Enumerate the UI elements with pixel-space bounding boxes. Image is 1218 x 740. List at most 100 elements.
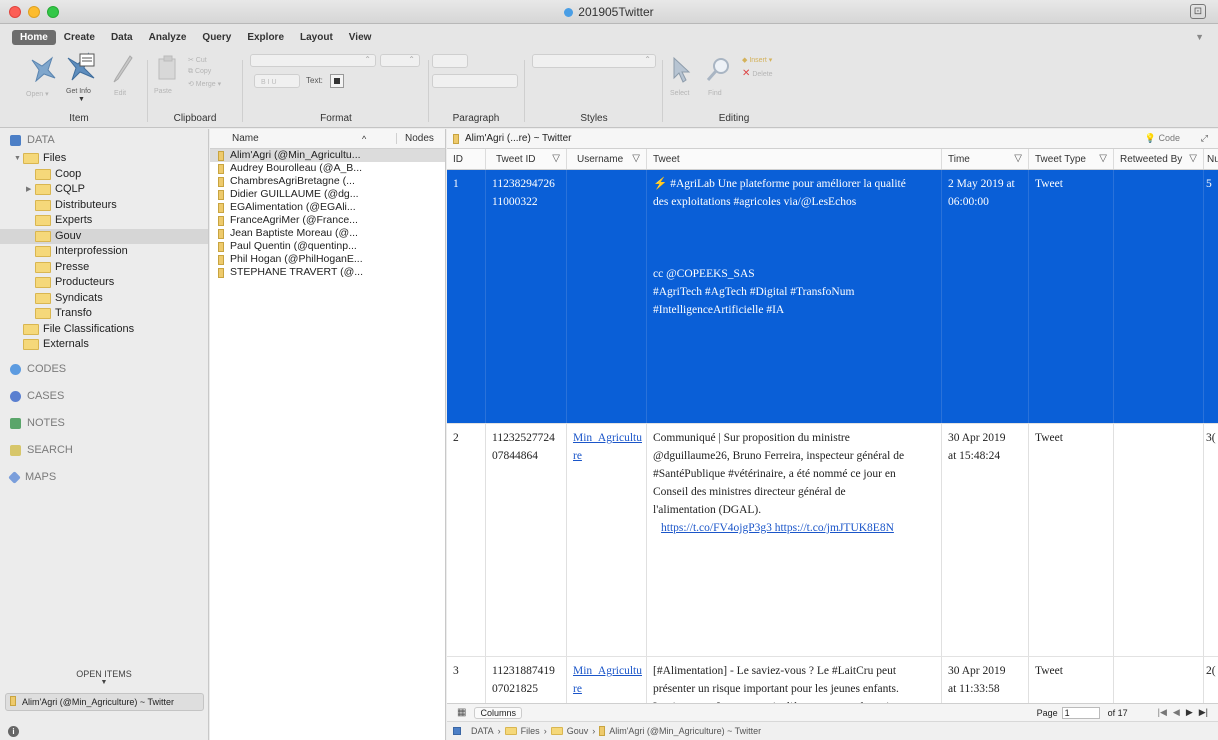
sidebar-cases[interactable]: CASES: [0, 383, 208, 410]
tree-item-gouv[interactable]: Gouv: [0, 228, 208, 244]
text-color-swatch[interactable]: [330, 74, 344, 88]
name-column-header[interactable]: Name: [210, 133, 362, 144]
tree-item-coop[interactable]: Coop: [0, 167, 208, 183]
filter-icon[interactable]: ▽: [552, 153, 560, 164]
breadcrumb-item[interactable]: Files: [521, 726, 540, 736]
expand-icon[interactable]: ⤢: [1201, 133, 1208, 144]
tree-item-file-classifications[interactable]: File Classifications: [0, 322, 208, 338]
nodes-column-header[interactable]: Nodes: [396, 133, 434, 144]
tree-item-experts[interactable]: Experts: [0, 213, 208, 229]
list-item[interactable]: EGAlimentation (@EGAli...: [210, 201, 445, 214]
filter-icon[interactable]: ▽: [1189, 153, 1197, 164]
tweet-links[interactable]: https://t.co/FV4ojgP3g3 https://t.co/jmJ…: [653, 519, 935, 537]
table-row[interactable]: 1 11238294726 11000322 ⚡ #AgriLab Une pla…: [447, 170, 1218, 424]
file-icon: [599, 726, 606, 736]
sidebar-codes[interactable]: CODES: [0, 356, 208, 383]
open-item-label: Alim'Agri (@Min_Agriculture) ~ Twitter: [22, 697, 174, 707]
open-item-tab[interactable]: Alim'Agri (@Min_Agriculture) ~ Twitter: [5, 693, 204, 711]
first-page-icon[interactable]: |◀: [1158, 707, 1167, 718]
col-num[interactable]: Nu: [1204, 149, 1218, 169]
styles-dropdown[interactable]: ⌃: [532, 54, 656, 68]
username-link[interactable]: re: [573, 447, 640, 465]
tree-item-interprofession[interactable]: Interprofession: [0, 244, 208, 260]
table-row[interactable]: 2 11232527724 07844864 Min_Agricultu re Co…: [447, 424, 1218, 657]
cell-username: [567, 170, 647, 423]
prev-page-icon[interactable]: ◀: [1173, 707, 1180, 718]
col-tweet-type[interactable]: Tweet Type ▽: [1029, 149, 1114, 169]
username-link[interactable]: re: [573, 680, 640, 698]
tree-item-producteurs[interactable]: Producteurs: [0, 275, 208, 291]
columns-icon[interactable]: ▦: [457, 707, 466, 718]
username-link[interactable]: Min_Agricultu: [573, 429, 642, 447]
col-id[interactable]: ID: [447, 149, 486, 169]
tab-explore[interactable]: Explore: [239, 30, 292, 45]
breadcrumb-item[interactable]: DATA: [471, 726, 494, 736]
share-icon[interactable]: ⊡: [1190, 4, 1206, 19]
list-item[interactable]: Phil Hogan (@PhilHoganE...: [210, 253, 445, 266]
data-icon: [453, 727, 461, 735]
list-item[interactable]: Audrey Bourolleau (@A_B...: [210, 162, 445, 175]
document-tab: Alim'Agri (...re) ~ Twitter 💡 Code ⤢: [447, 129, 1218, 149]
tree-item-distributeurs[interactable]: Distributeurs: [0, 198, 208, 214]
bold-italic-underline[interactable]: B I U: [254, 74, 300, 88]
list-item[interactable]: FranceAgriMer (@France...: [210, 214, 445, 227]
list-item[interactable]: Paul Quentin (@quentinp...: [210, 240, 445, 253]
tree-item-presse[interactable]: Presse: [0, 260, 208, 276]
tab-data[interactable]: Data: [103, 30, 141, 45]
list-item[interactable]: ChambresAgriBretagne (...: [210, 175, 445, 188]
sort-ascending-icon[interactable]: ^: [362, 134, 396, 144]
clipboard-group: ✂ Cut ⧉ Copy ⟲ Merge ▾ Paste Clipboard: [150, 54, 240, 128]
last-page-icon[interactable]: ▶|: [1199, 707, 1208, 718]
list-item[interactable]: Alim'Agri (@Min_Agricultu...: [210, 149, 445, 162]
tree-item-syndicats[interactable]: Syndicats: [0, 291, 208, 307]
sidebar-notes[interactable]: NOTES: [0, 410, 208, 437]
tree-item-transfo[interactable]: Transfo: [0, 306, 208, 322]
list-item[interactable]: Didier GUILLAUME (@dg...: [210, 188, 445, 201]
sidebar-data-header[interactable]: DATA: [0, 129, 208, 151]
sidebar-search[interactable]: SEARCH: [0, 437, 208, 464]
ribbon-collapse-icon[interactable]: ▼: [1195, 32, 1204, 42]
tab-layout[interactable]: Layout: [292, 30, 341, 45]
time-line: 30 Apr 2019: [948, 432, 1006, 444]
find-icon[interactable]: [704, 56, 732, 84]
filter-icon[interactable]: ▽: [1014, 153, 1022, 164]
tab-query[interactable]: Query: [194, 30, 239, 45]
filter-icon[interactable]: ▽: [632, 153, 640, 164]
faint-label: Select: [670, 90, 690, 97]
page-input[interactable]: 1: [1061, 706, 1100, 719]
col-retweeted-by[interactable]: Retweeted By ▽: [1114, 149, 1204, 169]
breadcrumb-item[interactable]: Alim'Agri (@Min_Agriculture) ~ Twitter: [609, 726, 761, 736]
select-cursor-icon[interactable]: [670, 56, 692, 84]
filter-icon[interactable]: ▽: [1099, 153, 1107, 164]
tab-view[interactable]: View: [341, 30, 380, 45]
tweet-line: Conseil des ministres directeur général …: [653, 486, 846, 498]
list-item[interactable]: Jean Baptiste Moreau (@...: [210, 227, 445, 240]
list-item[interactable]: STEPHANE TRAVERT (@...: [210, 266, 445, 279]
open-items-header[interactable]: OPEN ITEMS ▼: [0, 669, 208, 686]
col-tweet[interactable]: Tweet: [647, 149, 942, 169]
col-username[interactable]: Username ▽: [567, 149, 647, 169]
tab-home[interactable]: Home: [12, 30, 56, 45]
code-button[interactable]: 💡 Code: [1145, 133, 1180, 144]
tree-item-cqlp[interactable]: ▶ CQLP: [0, 182, 208, 198]
alignment-buttons[interactable]: [432, 74, 518, 88]
folder-icon: [35, 199, 51, 211]
tree-item-externals[interactable]: Externals: [0, 337, 208, 353]
disclosure-open-icon: ▼: [14, 155, 21, 162]
tab-analyze[interactable]: Analyze: [141, 30, 195, 45]
next-page-icon[interactable]: ▶: [1186, 707, 1193, 718]
info-icon[interactable]: i: [8, 726, 19, 737]
pin-icon[interactable]: [28, 54, 58, 82]
sidebar-maps[interactable]: MAPS: [0, 464, 208, 491]
list-buttons[interactable]: [432, 54, 468, 68]
tree-item-files[interactable]: ▼ Files: [0, 151, 208, 167]
username-link[interactable]: Min_Agricultu: [573, 662, 642, 680]
tab-create[interactable]: Create: [56, 30, 103, 45]
col-time[interactable]: Time ▽: [942, 149, 1029, 169]
breadcrumb-item[interactable]: Gouv: [567, 726, 589, 736]
columns-button[interactable]: Columns: [474, 706, 522, 719]
get-info-icon[interactable]: [66, 52, 98, 82]
font-dropdown[interactable]: ⌃: [250, 54, 376, 67]
col-tweet-id[interactable]: Tweet ID ▽: [486, 149, 567, 169]
font-size-dropdown[interactable]: ⌃: [380, 54, 420, 67]
